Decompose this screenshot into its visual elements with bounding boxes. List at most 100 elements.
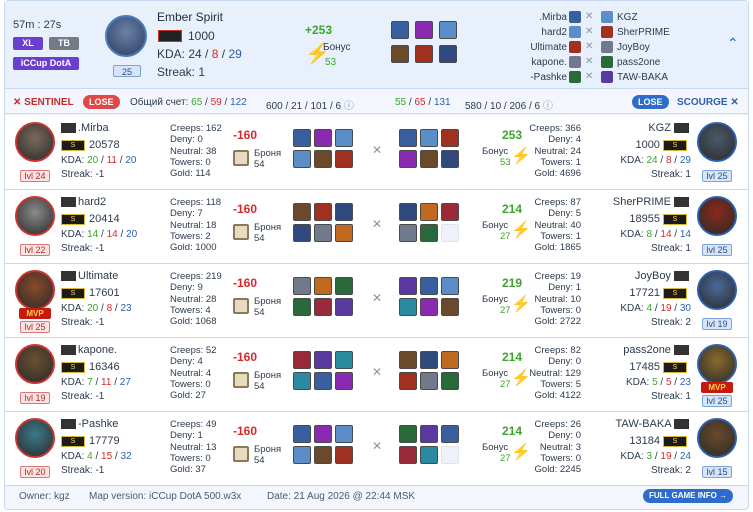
item-slot-icon[interactable]: [399, 425, 417, 443]
player-avatar[interactable]: [15, 418, 55, 458]
item-slot-icon[interactable]: [415, 45, 433, 63]
player-avatar[interactable]: [15, 344, 55, 384]
item-slot-icon[interactable]: [335, 425, 353, 443]
player-name[interactable]: kapone.: [61, 344, 117, 356]
player-avatar[interactable]: [697, 270, 737, 310]
item-slot-icon[interactable]: [399, 277, 417, 295]
item-slot-icon[interactable]: [420, 351, 438, 369]
item-slot-icon[interactable]: [314, 203, 332, 221]
list-item[interactable]: KGZ: [617, 10, 670, 25]
item-slot-icon[interactable]: [335, 203, 353, 221]
item-slot-icon[interactable]: [420, 372, 438, 390]
item-slot-icon[interactable]: [314, 277, 332, 295]
item-slot-icon[interactable]: [441, 277, 459, 295]
hero-portrait-icon[interactable]: [569, 41, 581, 53]
player-name[interactable]: -Pashke: [61, 418, 118, 430]
item-slot-icon[interactable]: [293, 277, 311, 295]
hero-avatar[interactable]: [105, 15, 147, 57]
player-name[interactable]: Ultimate: [61, 270, 118, 282]
item-slot-icon[interactable]: [441, 224, 459, 242]
hero-portrait-icon[interactable]: [569, 11, 581, 23]
item-slot-icon[interactable]: [420, 425, 438, 443]
item-slot-icon[interactable]: [293, 372, 311, 390]
item-slot-icon[interactable]: [441, 203, 459, 221]
player-name[interactable]: KGZ: [593, 122, 691, 134]
item-slot-icon[interactable]: [399, 298, 417, 316]
item-slot-icon[interactable]: [399, 446, 417, 464]
chevron-up-icon[interactable]: ⌃: [727, 35, 739, 52]
item-slot-icon[interactable]: [293, 150, 311, 168]
item-slot-icon[interactable]: [399, 129, 417, 147]
item-slot-icon[interactable]: [314, 129, 332, 147]
hero-portrait-icon[interactable]: [601, 41, 613, 53]
hero-portrait-icon[interactable]: [569, 71, 581, 83]
item-slot-icon[interactable]: [335, 298, 353, 316]
item-slot-icon[interactable]: [293, 446, 311, 464]
player-name[interactable]: JoyBoy: [593, 270, 691, 282]
player-avatar[interactable]: [697, 122, 737, 162]
full-game-info-button[interactable]: FULL GAME INFO →: [643, 489, 733, 503]
item-slot-icon[interactable]: [314, 351, 332, 369]
item-slot-icon[interactable]: [314, 224, 332, 242]
item-slot-icon[interactable]: [441, 129, 459, 147]
item-slot-icon[interactable]: [293, 224, 311, 242]
item-slot-icon[interactable]: [335, 277, 353, 295]
item-slot-icon[interactable]: [439, 21, 457, 39]
item-slot-icon[interactable]: [314, 372, 332, 390]
item-slot-icon[interactable]: [415, 21, 433, 39]
item-slot-icon[interactable]: [420, 224, 438, 242]
item-slot-icon[interactable]: [293, 351, 311, 369]
item-slot-icon[interactable]: [314, 298, 332, 316]
item-slot-icon[interactable]: [293, 203, 311, 221]
list-item[interactable]: Ultimate: [525, 40, 567, 55]
player-name[interactable]: TAW-BAKA: [593, 418, 691, 430]
player-avatar[interactable]: [697, 344, 737, 384]
item-slot-icon[interactable]: [293, 129, 311, 147]
item-slot-icon[interactable]: [441, 372, 459, 390]
item-slot-icon[interactable]: [335, 224, 353, 242]
item-slot-icon[interactable]: [420, 277, 438, 295]
item-slot-icon[interactable]: [441, 298, 459, 316]
player-avatar[interactable]: [697, 418, 737, 458]
hero-portrait-icon[interactable]: [601, 71, 613, 83]
item-slot-icon[interactable]: [391, 45, 409, 63]
item-slot-icon[interactable]: [391, 21, 409, 39]
item-slot-icon[interactable]: [399, 224, 417, 242]
item-slot-icon[interactable]: [335, 351, 353, 369]
item-slot-icon[interactable]: [441, 351, 459, 369]
player-name[interactable]: .Mirba: [61, 122, 109, 134]
item-slot-icon[interactable]: [420, 298, 438, 316]
item-slot-icon[interactable]: [335, 129, 353, 147]
player-name[interactable]: pass2one: [593, 344, 691, 356]
hero-portrait-icon[interactable]: [569, 26, 581, 38]
item-slot-icon[interactable]: [420, 150, 438, 168]
item-slot-icon[interactable]: [441, 425, 459, 443]
item-slot-icon[interactable]: [399, 351, 417, 369]
item-slot-icon[interactable]: [441, 446, 459, 464]
list-item[interactable]: SherPRIME: [617, 25, 670, 40]
item-slot-icon[interactable]: [420, 446, 438, 464]
item-slot-icon[interactable]: [420, 203, 438, 221]
item-slot-icon[interactable]: [335, 150, 353, 168]
item-slot-icon[interactable]: [399, 150, 417, 168]
hero-portrait-icon[interactable]: [569, 56, 581, 68]
player-avatar[interactable]: [15, 270, 55, 310]
player-avatar[interactable]: [697, 196, 737, 236]
list-item[interactable]: pass2one: [617, 55, 670, 70]
item-slot-icon[interactable]: [314, 425, 332, 443]
list-item[interactable]: kapone.: [525, 55, 567, 70]
list-item[interactable]: .Mirba: [525, 10, 567, 25]
item-slot-icon[interactable]: [314, 150, 332, 168]
player-avatar[interactable]: [15, 196, 55, 236]
player-avatar[interactable]: [15, 122, 55, 162]
item-slot-icon[interactable]: [399, 372, 417, 390]
list-item[interactable]: TAW-BAKA: [617, 70, 670, 85]
hero-portrait-icon[interactable]: [601, 26, 613, 38]
hero-portrait-icon[interactable]: [601, 56, 613, 68]
item-slot-icon[interactable]: [335, 446, 353, 464]
list-item[interactable]: JoyBoy: [617, 40, 670, 55]
item-slot-icon[interactable]: [335, 372, 353, 390]
list-item[interactable]: -Pashke: [525, 70, 567, 85]
player-name[interactable]: hard2: [61, 196, 106, 208]
item-slot-icon[interactable]: [314, 446, 332, 464]
